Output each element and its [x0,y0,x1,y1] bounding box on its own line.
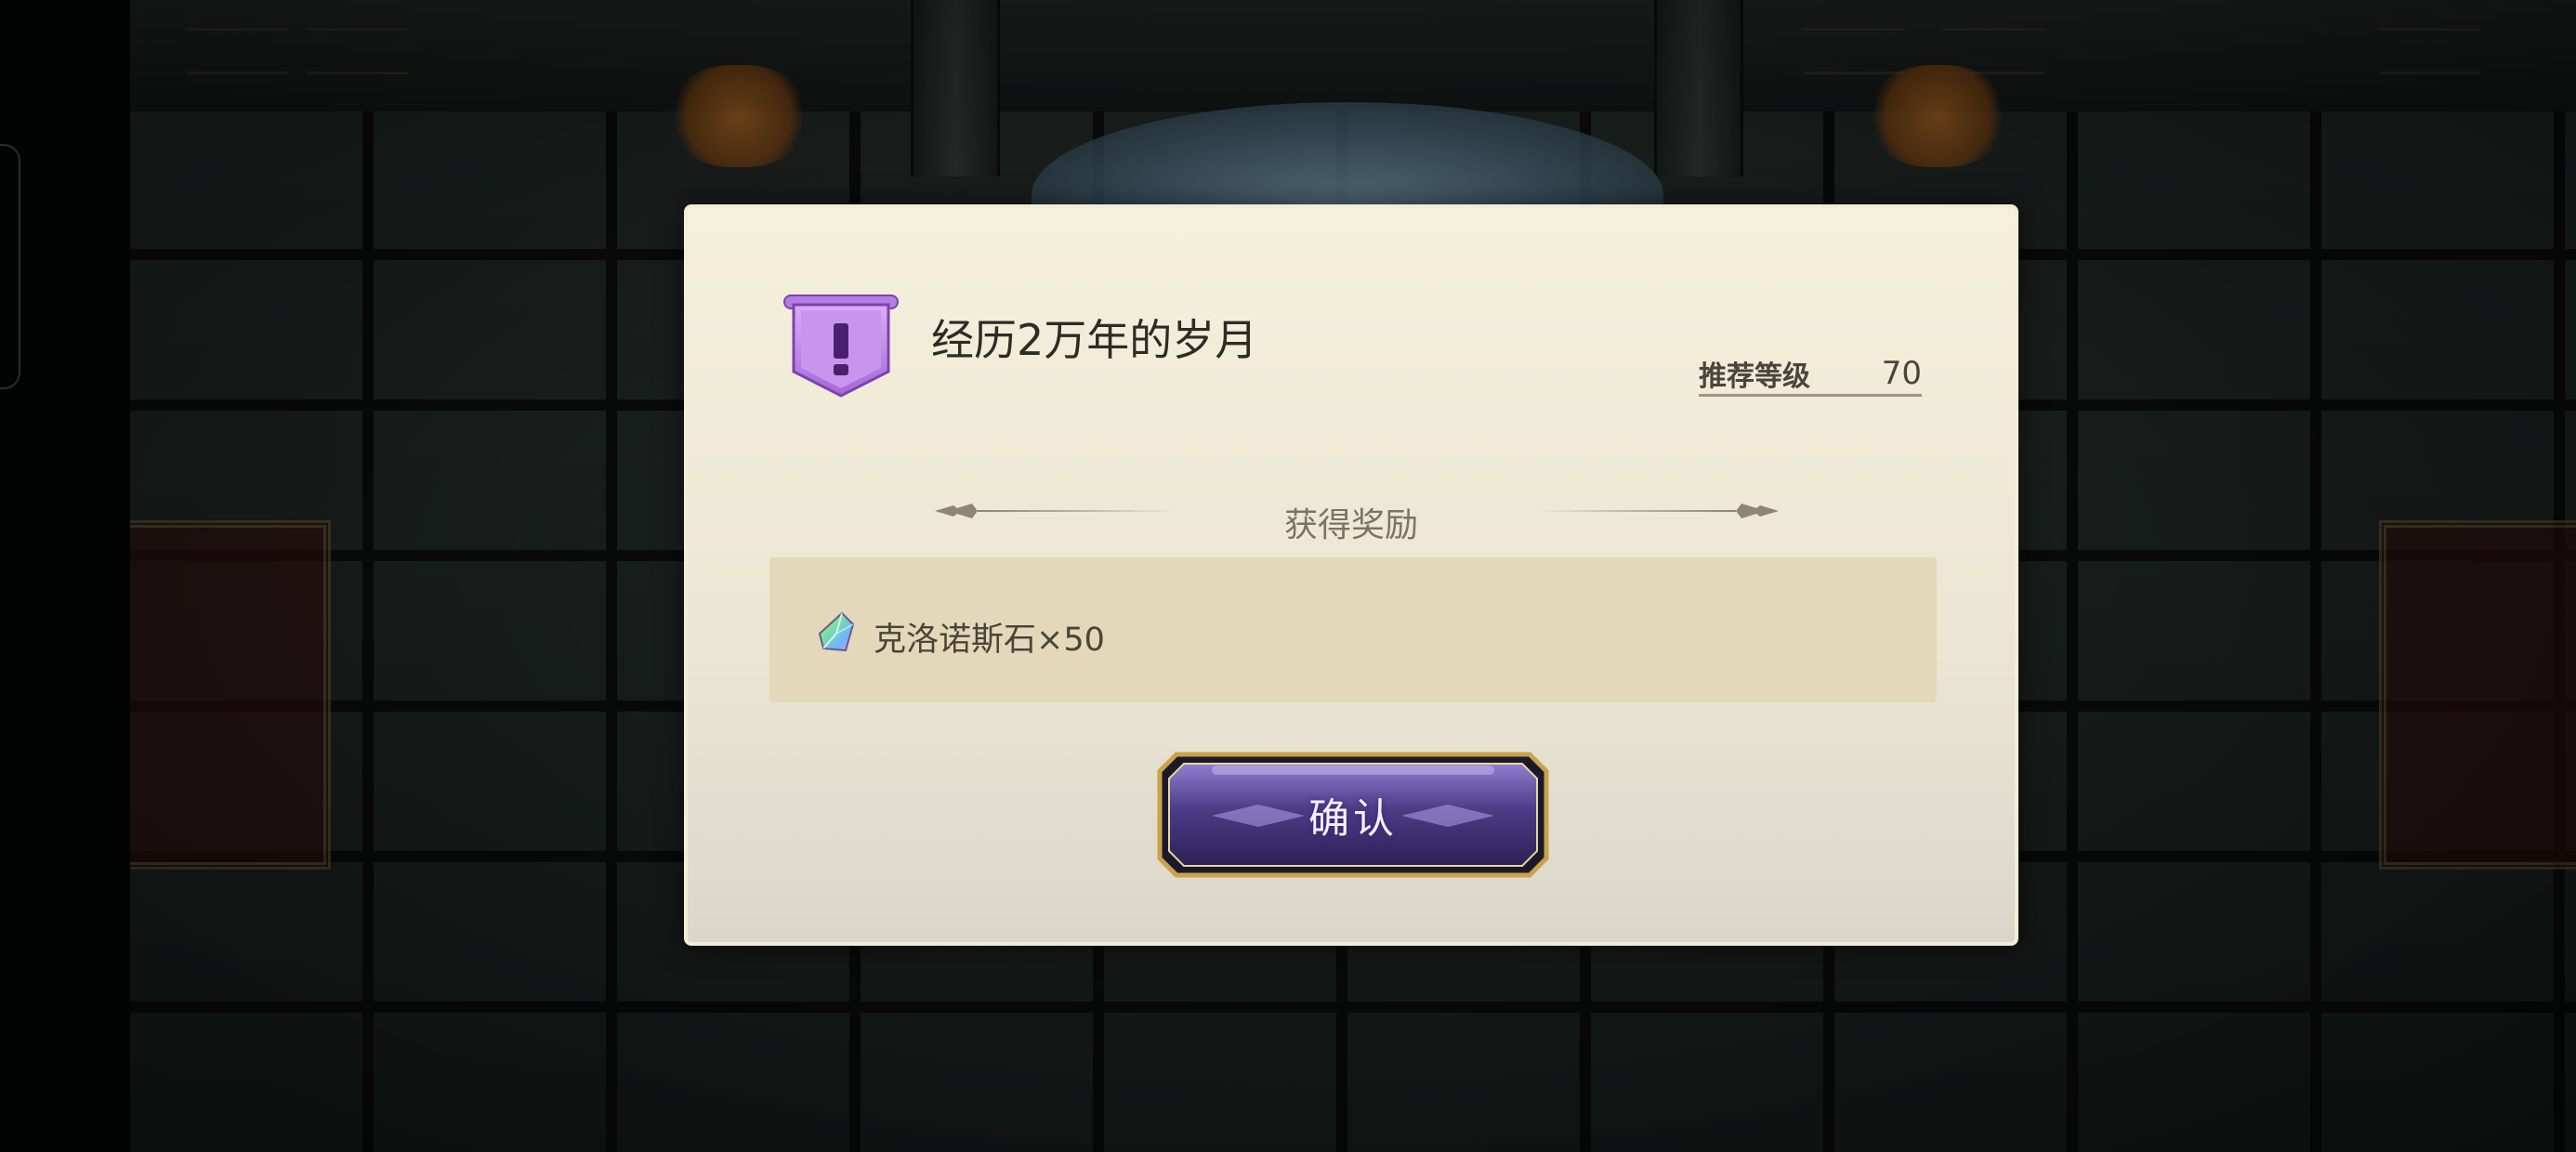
reward-heading: 获得奖励 [1283,506,1418,544]
mission-reward-dialog: 经历2万年的岁月 推荐等级 70 获得奖励 克洛诺斯石×50 确认 [684,204,2018,946]
mission-title: 经历2万年的岁月 [931,315,1258,365]
recommended-level-label: 推荐等级 [1699,360,1810,393]
divider-ornament-right [1537,504,1779,518]
left-system-bar [0,0,130,1152]
reward-item-text: 克洛诺斯石×50 [874,622,1105,659]
exclamation-banner-icon [781,290,901,401]
confirm-button-label: 确认 [1308,795,1398,843]
reward-list: 克洛诺斯石×50 [769,557,1937,702]
chronos-stone-icon [818,611,855,654]
recommended-level: 推荐等级 70 [1699,353,1922,397]
recommended-level-value: 70 [1881,355,1922,392]
camera-notch [0,144,20,389]
confirm-button[interactable]: 确认 [1156,751,1550,879]
